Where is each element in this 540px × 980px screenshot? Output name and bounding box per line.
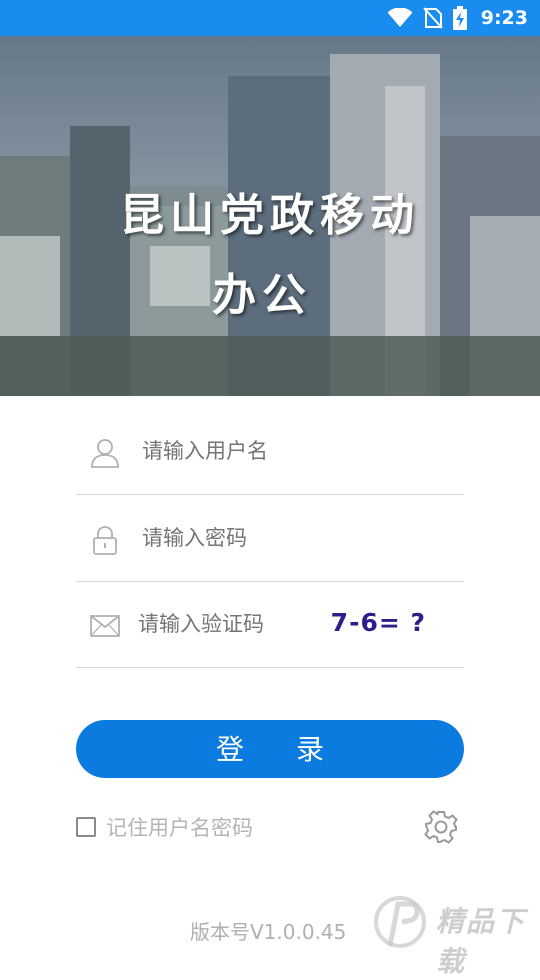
remember-label: 记住用户名密码	[106, 816, 253, 840]
battery-charging-icon	[452, 6, 467, 30]
hero-banner: 昆山党政移动 办公	[0, 36, 540, 396]
username-field	[76, 408, 464, 495]
user-icon	[91, 439, 119, 468]
remember-credentials[interactable]: 记住用户名密码	[76, 812, 253, 842]
hero-title-line1: 昆山党政移动	[120, 190, 420, 241]
gear-icon[interactable]	[424, 810, 458, 844]
captcha-input[interactable]	[138, 581, 328, 667]
status-time: 9:23	[480, 7, 528, 29]
password-input[interactable]	[142, 495, 332, 581]
hero-title: 昆山党政移动 办公	[0, 176, 540, 336]
hero-title-line2: 办公	[212, 270, 312, 321]
version-label: 版本号V1.0.0.45	[190, 920, 347, 944]
password-field	[76, 495, 464, 582]
captcha-image[interactable]: 7-6= ?	[331, 601, 426, 645]
login-button[interactable]: 登录	[76, 720, 464, 778]
status-bar: 9:23	[0, 0, 540, 36]
no-sim-icon	[422, 7, 443, 29]
watermark-text: 精品下载	[436, 905, 527, 978]
lock-icon	[93, 526, 117, 555]
wifi-icon	[387, 8, 413, 27]
remember-checkbox[interactable]	[76, 817, 96, 837]
hero-building	[0, 336, 540, 396]
mail-icon	[90, 615, 120, 637]
status-icons: 9:23	[387, 0, 528, 36]
captcha-field: 7-6= ?	[76, 581, 464, 668]
username-input[interactable]	[142, 408, 332, 494]
